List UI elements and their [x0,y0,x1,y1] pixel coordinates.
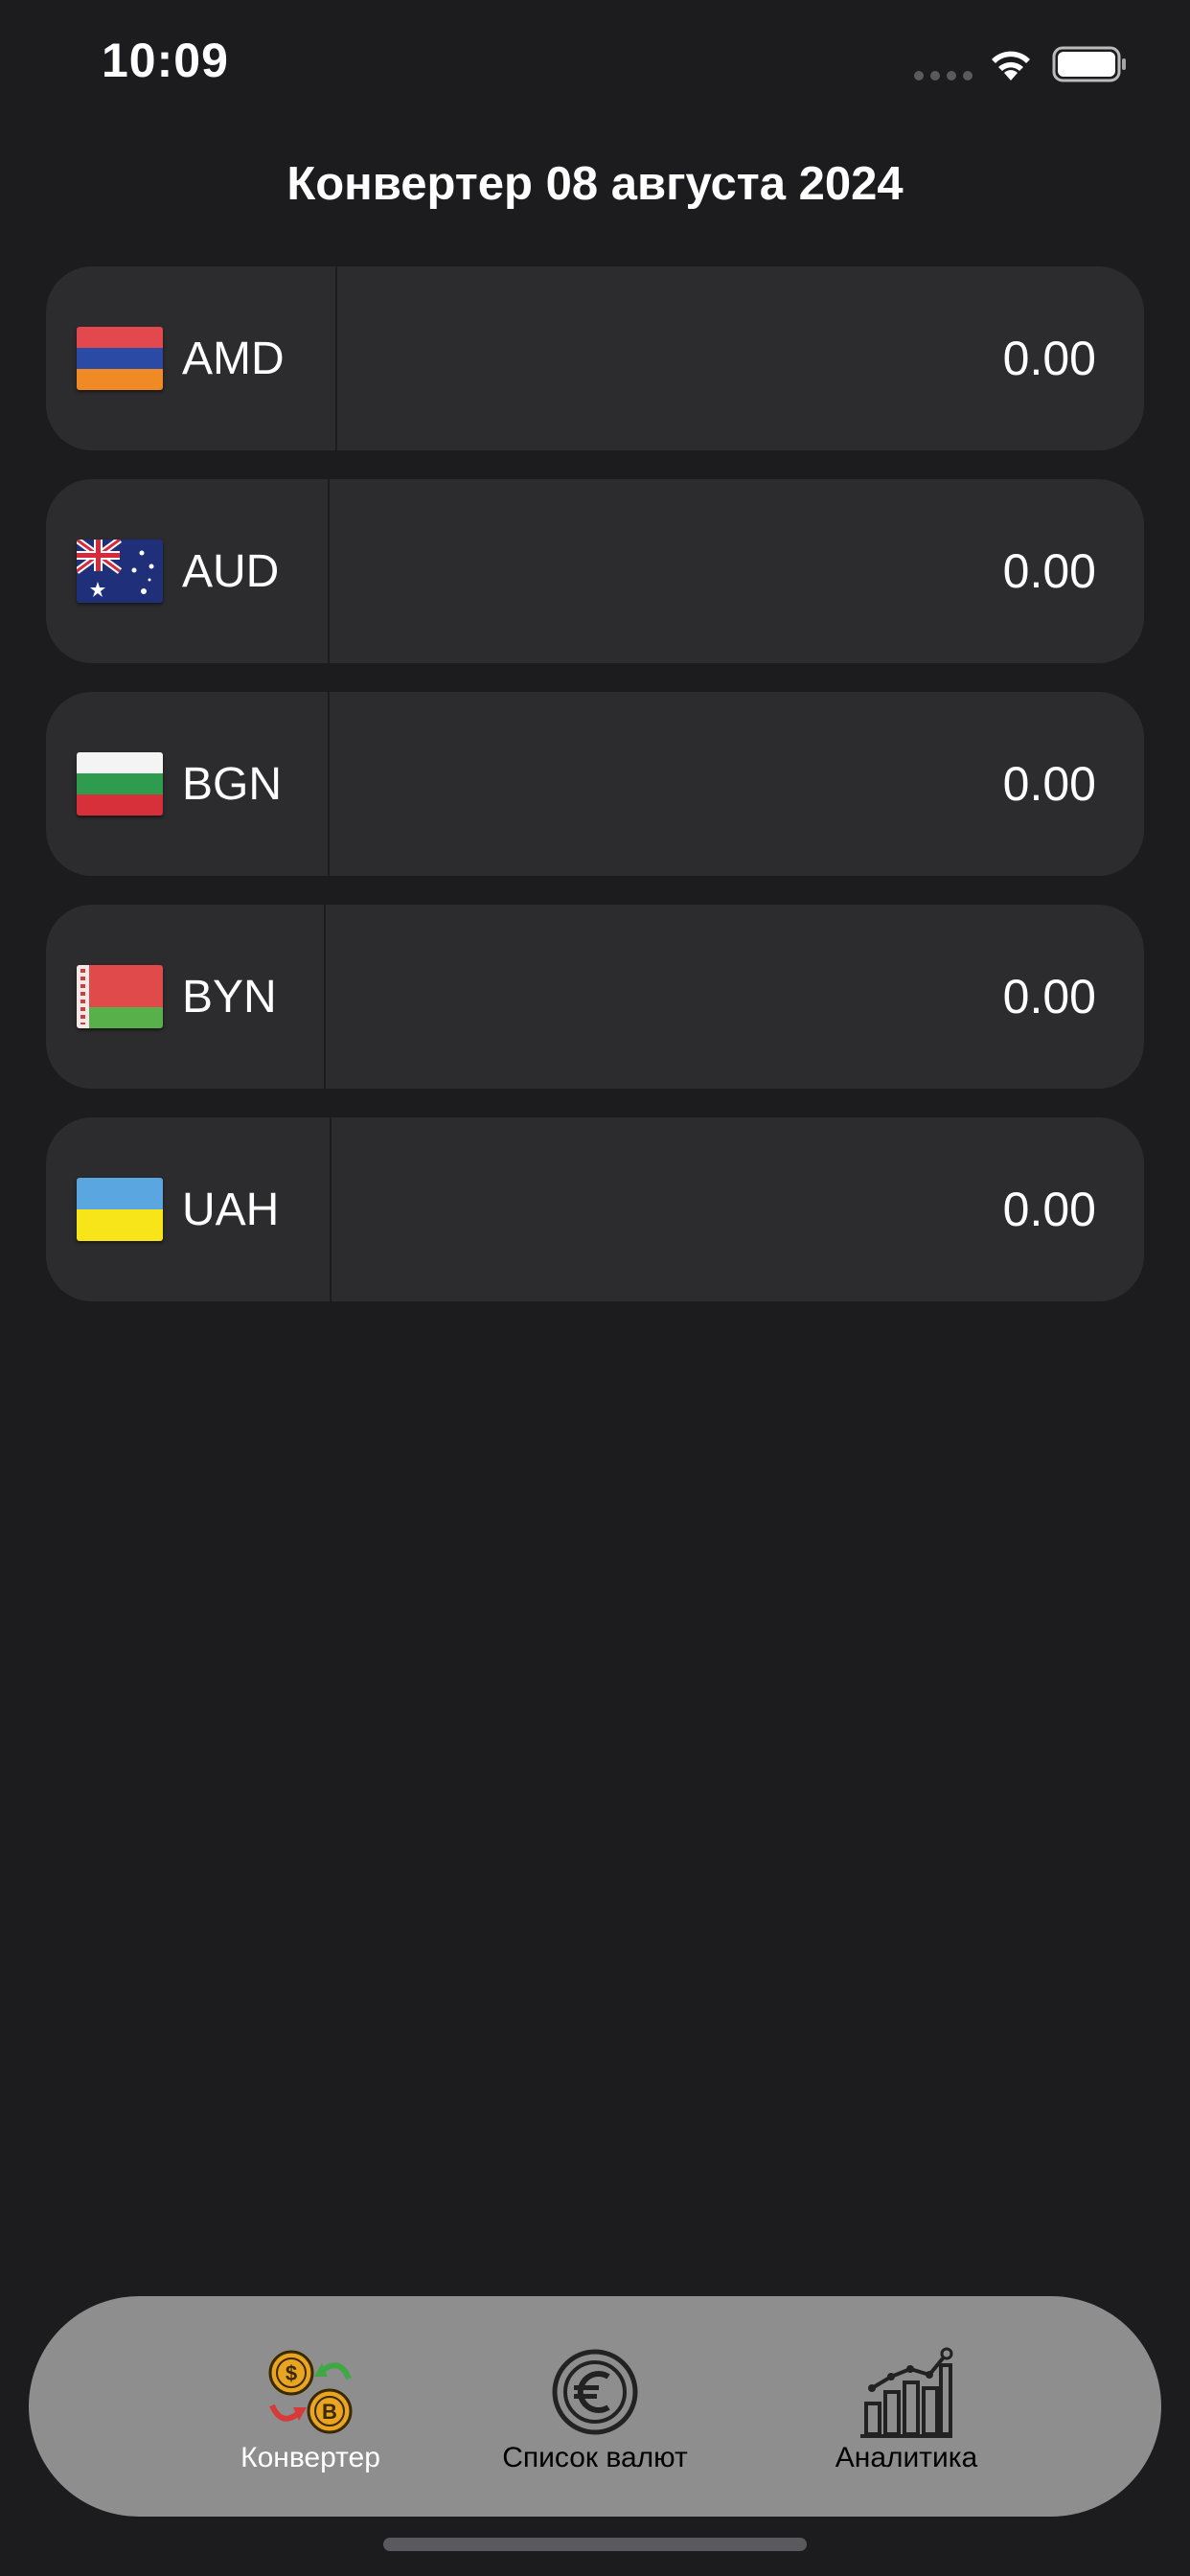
bar-chart-growth-icon [860,2347,953,2438]
tab-currency-list[interactable]: Список валют [451,2296,739,2517]
amount-input-bgn[interactable] [425,752,1096,816]
amount-input-aud[interactable] [425,540,1096,603]
amount-input-amd[interactable] [425,327,1096,390]
currency-code: AMD [182,334,285,384]
amount-input-byn[interactable] [425,965,1096,1028]
tab-bar: $ B Конвертер Список валют Аналитика [29,2296,1161,2517]
battery-icon [1052,46,1126,82]
bulgaria-flag-icon [77,752,163,816]
tab-converter[interactable]: $ B Конвертер [167,2296,454,2517]
svg-text:$: $ [286,2361,297,2385]
amount-input-uah[interactable] [425,1178,1096,1241]
wifi-icon [992,51,1030,80]
currency-code: AUD [182,546,280,597]
currency-row-uah[interactable]: UAH [46,1117,1144,1301]
tab-label: Конвертер [240,2442,380,2473]
tab-label: Аналитика [835,2442,978,2473]
currency-row-byn[interactable]: BYN [46,905,1144,1089]
euro-coin-icon [552,2349,638,2435]
row-divider [324,905,326,1089]
cellular-signal-icon [914,71,973,80]
row-divider [328,479,330,663]
currency-list: AMD 0.00 AUD 0.00 BGN 0.00 BYN 0.00 UAH … [46,266,1144,1330]
australia-flag-icon [77,540,163,603]
row-divider [330,1117,332,1301]
page-title: Конвертер 08 августа 2024 [286,158,904,210]
svg-text:B: B [322,2400,337,2424]
home-indicator[interactable] [383,2538,807,2551]
status-bar: 10:09 [0,0,1190,134]
currency-row-bgn[interactable]: BGN [46,692,1144,876]
currency-code: BGN [182,759,283,810]
status-time: 10:09 [102,34,229,87]
tab-label: Список валют [502,2442,688,2473]
belarus-flag-icon [77,965,163,1028]
row-divider [335,266,337,450]
ukraine-flag-icon [77,1178,163,1241]
armenia-flag-icon [77,327,163,390]
tab-analytics[interactable]: Аналитика [763,2296,1050,2517]
currency-exchange-icon: $ B [268,2350,353,2434]
currency-code: BYN [182,972,277,1023]
currency-row-aud[interactable]: AUD [46,479,1144,663]
currency-code: UAH [182,1184,280,1235]
row-divider [328,692,330,876]
currency-row-amd[interactable]: AMD [46,266,1144,450]
